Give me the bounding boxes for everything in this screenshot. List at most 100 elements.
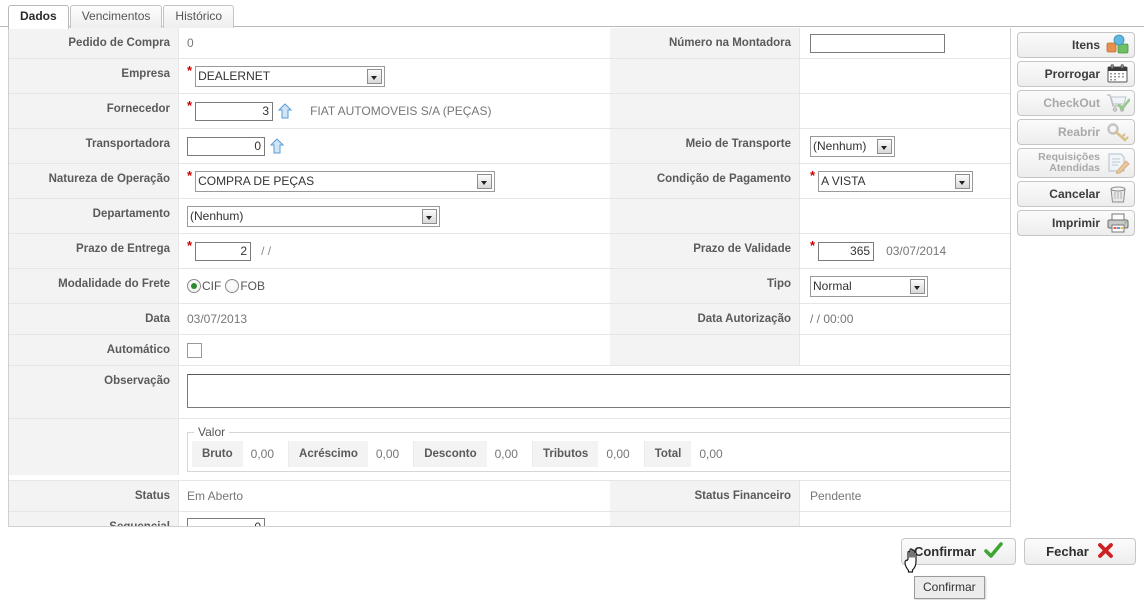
departamento-select[interactable]: (Nenhum) <box>187 205 440 227</box>
label-departamento-right-empty <box>610 199 800 233</box>
cancelar-sidebar-button-label: Cancelar <box>1049 187 1100 201</box>
required-marker-condicao: * <box>810 168 816 183</box>
observacao-textarea[interactable] <box>187 374 1010 408</box>
value-pedido-de-compra: 0 <box>187 36 194 50</box>
reabrir-button-label: Reabrir <box>1057 125 1100 139</box>
label-pedido-de-compra: Pedido de Compra <box>9 28 179 58</box>
prazo-de-validade-input[interactable] <box>818 241 875 261</box>
cancelar-sidebar-button[interactable]: Cancelar <box>1017 181 1135 207</box>
tipo-select[interactable]: Normal <box>810 275 928 297</box>
confirmar-button[interactable]: Confirmar <box>901 538 1016 565</box>
tab-bar: Dados Vencimentos Histórico <box>0 0 1144 29</box>
action-sidebar: Itens Prorrogar CheckOut Reabrir Requisi… <box>1017 32 1137 239</box>
label-fornecedor-right-empty <box>610 94 800 128</box>
row-data: Data 03/07/2013 Data Autorização / / 00:… <box>9 304 1010 335</box>
checkout-button-label: CheckOut <box>1043 96 1100 110</box>
label-departamento: Departamento <box>9 199 179 233</box>
itens-button-label: Itens <box>1071 38 1100 52</box>
row-transportadora: Transportadora Meio de Transporte (Nenhu… <box>9 129 1010 164</box>
checkout-button[interactable]: CheckOut <box>1017 90 1135 116</box>
cart-check-icon <box>1106 92 1131 114</box>
label-natureza-de-operacao: Natureza de Operação <box>9 164 179 198</box>
label-prazo-de-validade: Prazo de Validade <box>610 234 800 268</box>
itens-button[interactable]: Itens <box>1017 32 1135 58</box>
blocks-icon <box>1106 34 1130 56</box>
value-data-autorizacao: / / 00:00 <box>810 312 854 326</box>
required-marker-prazo-validade: * <box>810 238 816 253</box>
prorrogar-button-label: Prorrogar <box>1044 67 1100 81</box>
valor-value-desconto: 0,00 <box>487 441 533 467</box>
prazo-de-entrega-input[interactable] <box>195 241 252 261</box>
fornecedor-description: FIAT AUTOMOVEIS S/A (PEÇAS) <box>310 104 492 118</box>
tab-historico-label: Histórico <box>175 9 223 23</box>
confirmar-button-label: Confirmar <box>913 544 977 559</box>
tab-dados[interactable]: Dados <box>8 5 69 29</box>
fornecedor-code-input[interactable] <box>195 101 274 121</box>
row-valor: Valor Bruto 0,00 Acréscimo 0,00 Desconto… <box>9 419 1010 481</box>
row-modalidade-frete: Modalidade do Frete CIF FOB Tipo Normal <box>9 269 1010 304</box>
row-prazo-entrega: Prazo de Entrega * / / Prazo de Validade… <box>9 234 1010 269</box>
automatico-checkbox[interactable] <box>187 342 202 358</box>
requisicoes-atendidas-button[interactable]: Requisições Atendidas <box>1017 148 1135 178</box>
row-sequencial: Sequencial <box>9 512 1010 526</box>
requisicoes-atendidas-button-label: Requisições Atendidas <box>1038 151 1100 174</box>
value-status-financeiro: Pendente <box>810 489 862 503</box>
label-automatico-right-empty <box>610 335 800 365</box>
valor-legend: Valor <box>198 425 226 439</box>
meio-de-transporte-select[interactable]: (Nenhum) <box>810 135 895 157</box>
valor-fieldset: Valor Bruto 0,00 Acréscimo 0,00 Desconto… <box>187 425 1010 472</box>
prorrogar-button[interactable]: Prorrogar <box>1017 61 1135 87</box>
row-fornecedor: Fornecedor * FIAT AUTOMOVEIS S/A (PEÇAS) <box>9 94 1010 129</box>
form-panel: Pedido de Compra 0 Número na Montadora E… <box>8 28 1011 527</box>
label-data: Data <box>9 304 179 334</box>
row-empresa: Empresa * DEALERNET <box>9 59 1010 94</box>
label-observacao: Observação <box>9 366 179 418</box>
valor-label-bruto: Bruto <box>192 441 243 467</box>
reabrir-button[interactable]: Reabrir <box>1017 119 1135 145</box>
trash-icon <box>1106 183 1130 205</box>
radio-fob[interactable]: FOB <box>225 279 265 293</box>
required-marker-natureza: * <box>187 168 193 183</box>
value-data: 03/07/2013 <box>187 312 248 326</box>
valor-row: Bruto 0,00 Acréscimo 0,00 Desconto 0,00 … <box>192 441 1010 467</box>
imprimir-button-label: Imprimir <box>1051 216 1100 230</box>
valor-value-acrescimo: 0,00 <box>368 441 415 467</box>
lookup-up-arrow-icon[interactable] <box>278 103 293 119</box>
empresa-select[interactable]: DEALERNET <box>195 65 386 87</box>
valor-label-tributos: Tributos <box>532 441 599 467</box>
radio-fob-dot <box>225 279 240 293</box>
meio-de-transporte-select-wrap: (Nenhum) <box>810 135 895 157</box>
departamento-select-wrap: (Nenhum) <box>187 205 440 227</box>
tab-historico[interactable]: Histórico <box>163 5 235 28</box>
natureza-de-operacao-select[interactable]: COMPRA DE PEÇAS <box>195 170 496 192</box>
row-pedido-compra: Pedido de Compra 0 Número na Montadora <box>9 28 1010 59</box>
natureza-select-wrap: COMPRA DE PEÇAS <box>195 170 496 192</box>
transportadora-code-input[interactable] <box>187 136 265 156</box>
required-marker-fornecedor: * <box>187 98 193 113</box>
document-edit-icon <box>1106 152 1130 175</box>
condicao-select-wrap: A VISTA <box>818 170 974 192</box>
label-tipo: Tipo <box>610 269 800 303</box>
footer-bar: Confirmar Fechar <box>0 534 1144 568</box>
tab-vencimentos[interactable]: Vencimentos <box>69 5 163 28</box>
label-empresa-right-empty <box>610 59 800 93</box>
radio-cif[interactable]: CIF <box>187 279 221 293</box>
fechar-button[interactable]: Fechar <box>1024 538 1136 565</box>
numero-na-montadora-input[interactable] <box>810 33 945 53</box>
row-observacao: Observação <box>9 366 1010 419</box>
value-status: Em Aberto <box>187 489 244 503</box>
label-sequencial: Sequencial <box>9 512 179 526</box>
condicao-de-pagamento-select[interactable]: A VISTA <box>818 170 974 192</box>
valor-value-bruto: 0,00 <box>243 441 290 467</box>
row-automatico: Automático <box>9 335 1010 366</box>
sequencial-input[interactable] <box>187 517 265 526</box>
imprimir-button[interactable]: Imprimir <box>1017 210 1135 236</box>
row-departamento: Departamento (Nenhum) <box>9 199 1010 234</box>
fechar-button-label: Fechar <box>1046 544 1089 559</box>
label-meio-de-transporte: Meio de Transporte <box>610 129 800 163</box>
confirmar-tooltip: Confirmar <box>914 576 985 599</box>
required-marker-prazo-entrega: * <box>187 238 193 253</box>
label-empresa: Empresa <box>9 59 179 93</box>
empresa-select-wrap: DEALERNET <box>195 65 386 87</box>
lookup-up-arrow-icon[interactable] <box>270 138 284 154</box>
